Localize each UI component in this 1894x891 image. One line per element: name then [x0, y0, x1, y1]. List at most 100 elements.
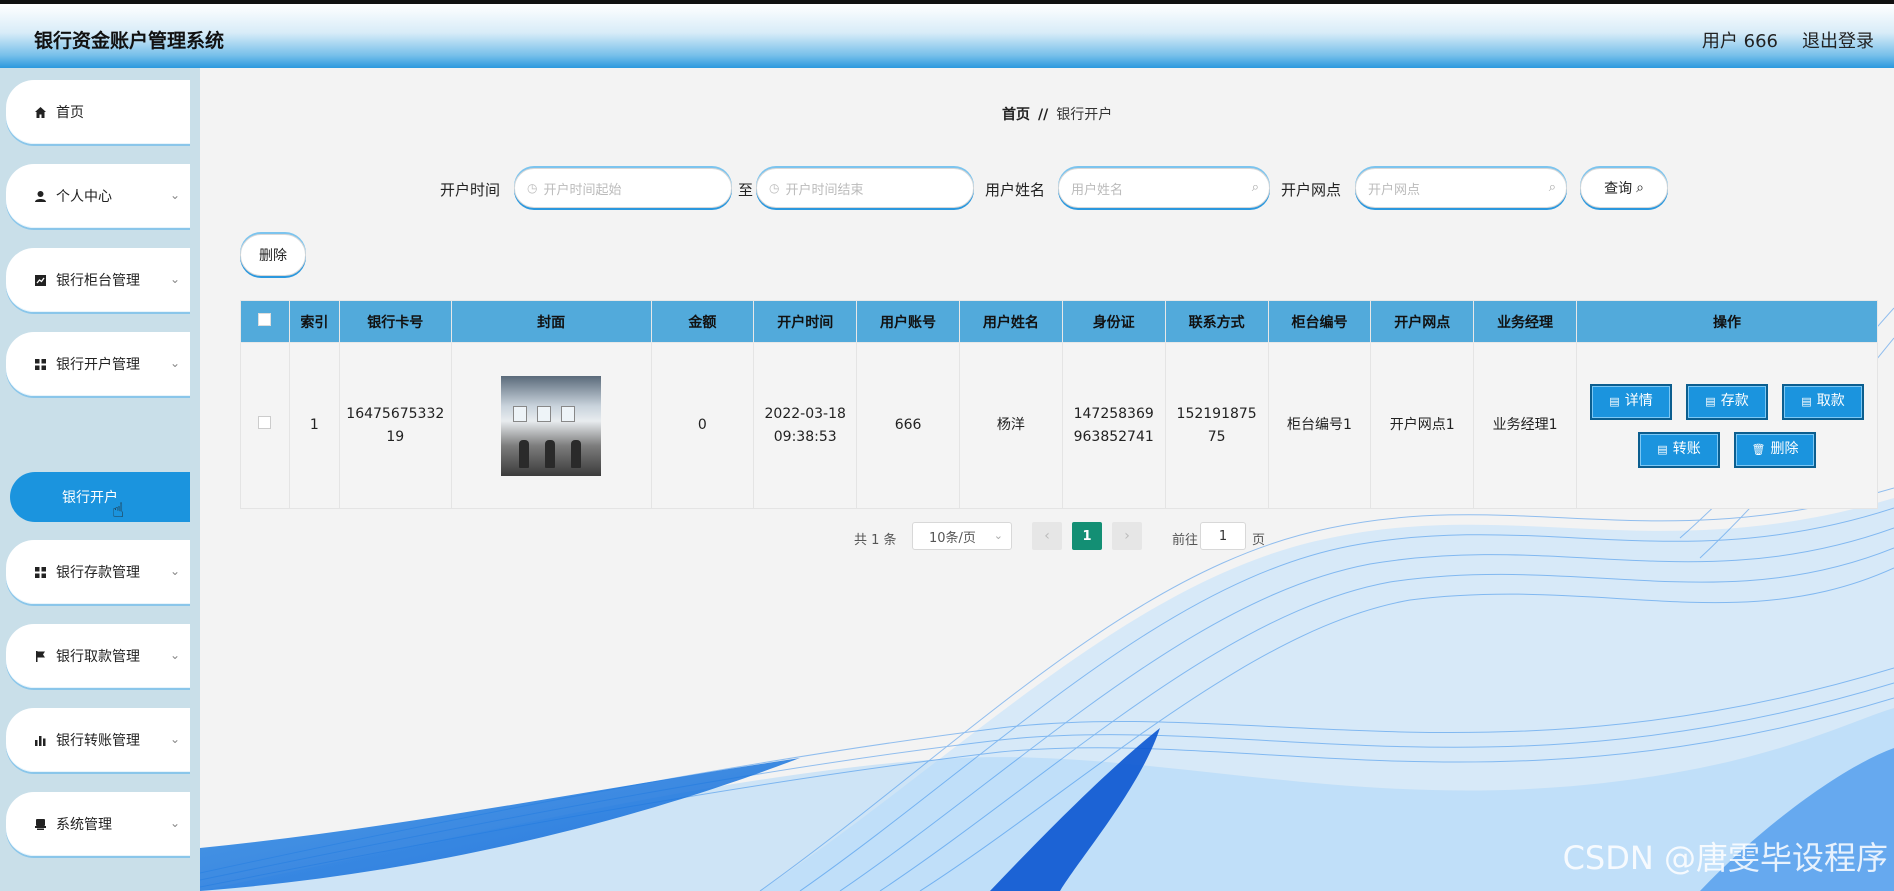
transfer-button[interactable]: ▤ 转账 — [1638, 431, 1720, 468]
id-line-1: 147258369 — [1073, 405, 1154, 422]
open-time-label: 开户时间 — [440, 181, 501, 199]
cell-id-card: 147258369 963852741 — [1061, 342, 1166, 509]
document-icon: ▤ — [1609, 395, 1620, 408]
clock-icon: ◷ — [527, 181, 538, 195]
open-time-end-input[interactable]: ◷ 开户时间结束 — [756, 168, 974, 208]
cell-phone: 152191875 75 — [1164, 342, 1269, 509]
watermark: CSDN @唐雯毕设程序 — [1562, 839, 1888, 877]
cell-actions: ▤ 详情 ▤ 存款 ▤ 取款 ▤ 转账 🗑 删除 — [1576, 342, 1878, 509]
column-header: 柜台编号 — [1267, 300, 1372, 343]
page-size-select[interactable]: 10条/页 ⌄ — [912, 522, 1012, 550]
column-header: 开户时间 — [753, 300, 858, 343]
clock-icon: ◷ — [769, 181, 780, 195]
document-icon: ▤ — [1801, 395, 1812, 408]
cell-open-time: 2022-03-18 09:38:53 — [753, 342, 858, 509]
total-count: 共 1 条 — [854, 533, 897, 548]
branch-label: 开户网点 — [1281, 181, 1342, 199]
withdraw-button[interactable]: ▤ 取款 — [1782, 383, 1864, 420]
detail-label: 详情 — [1624, 393, 1653, 409]
sidebar-item-label: 银行取款管理 — [56, 649, 140, 665]
sidebar: 首页 个人中心 ⌄ 银行柜台管理 ⌄ 银行开户管理 ⌄ 银行开户 ☝ 银行存款管… — [0, 68, 200, 891]
column-header: 业务经理 — [1473, 300, 1577, 343]
card-line-2: 19 — [386, 428, 405, 445]
chevron-down-icon: ⌄ — [169, 648, 180, 662]
time-line-1: 2022-03-18 — [764, 405, 846, 422]
cell-user-name: 杨洋 — [958, 342, 1063, 509]
breadcrumb-current: 银行开户 — [1056, 107, 1113, 123]
chevron-down-icon: ⌄ — [169, 272, 180, 286]
column-header: 联系方式 — [1164, 300, 1269, 343]
row-checkbox[interactable] — [258, 416, 272, 429]
hand-cursor-icon: ☝ — [112, 498, 125, 522]
sidebar-item-counter[interactable]: 银行柜台管理 ⌄ — [6, 248, 190, 312]
sidebar-item-profile[interactable]: 个人中心 ⌄ — [6, 164, 190, 228]
select-all-checkbox[interactable] — [258, 313, 272, 326]
row-select-cell — [240, 342, 290, 509]
sidebar-item-label: 银行开户管理 — [56, 357, 140, 373]
cover-person — [519, 439, 530, 468]
bar-chart-icon — [32, 732, 48, 748]
search-icon: ⌕ — [1636, 180, 1644, 196]
next-page-button[interactable]: › — [1112, 522, 1142, 550]
row-delete-button[interactable]: 🗑 删除 — [1734, 431, 1816, 468]
page-number-active[interactable]: 1 — [1072, 522, 1102, 550]
select-all-cell — [240, 300, 290, 343]
search-icon: ⌕ — [1251, 180, 1259, 195]
goto-page-input[interactable]: 1 — [1200, 522, 1246, 550]
chevron-down-icon: ⌄ — [169, 732, 180, 746]
cover-window — [513, 405, 528, 422]
cell-manager: 业务经理1 — [1473, 342, 1577, 509]
sidebar-subitem-bank-account[interactable]: 银行开户 — [10, 472, 190, 522]
placeholder: 用户姓名 — [1071, 182, 1124, 198]
sidebar-item-label: 银行柜台管理 — [56, 273, 140, 289]
column-header: 操作 — [1576, 300, 1878, 343]
breadcrumb-home[interactable]: 首页 — [1002, 107, 1030, 123]
goto-label: 前往 — [1172, 533, 1199, 548]
cover-window — [561, 405, 576, 422]
sidebar-item-home[interactable]: 首页 — [6, 80, 190, 144]
column-header: 索引 — [288, 300, 340, 343]
cell-card-number: 16475675332 19 — [338, 342, 452, 509]
branch-input[interactable]: 开户网点 ⌕ — [1355, 168, 1567, 208]
query-label: 查询 — [1604, 181, 1633, 197]
column-header: 封面 — [450, 300, 652, 343]
chevron-down-icon: ⌄ — [169, 188, 180, 202]
page-size-value: 10条/页 — [929, 530, 976, 546]
sidebar-item-label: 系统管理 — [56, 817, 112, 833]
user-name-input[interactable]: 用户姓名 ⌕ — [1058, 168, 1270, 208]
breadcrumb: 首页 // 银行开户 — [1002, 104, 1112, 124]
sidebar-item-system[interactable]: 系统管理 ⌄ — [6, 792, 190, 856]
sidebar-item-label: 银行存款管理 — [56, 565, 140, 581]
deposit-button[interactable]: ▤ 存款 — [1686, 383, 1768, 420]
cell-counter: 柜台编号1 — [1267, 342, 1372, 509]
phone-line-1: 152191875 — [1176, 405, 1257, 422]
document-icon: ▤ — [1705, 395, 1716, 408]
card-line-1: 16475675332 — [346, 405, 445, 422]
sidebar-item-withdraw[interactable]: 银行取款管理 ⌄ — [6, 624, 190, 688]
batch-delete-button[interactable]: 删除 — [240, 234, 306, 276]
cell-amount: 0 — [650, 342, 755, 509]
column-header: 金额 — [650, 300, 755, 343]
cell-account: 666 — [856, 342, 960, 509]
cover-image — [501, 375, 602, 476]
sidebar-item-account-open[interactable]: 银行开户管理 ⌄ — [6, 332, 190, 396]
flag-icon — [32, 648, 48, 664]
logout-link[interactable]: 退出登录 — [1802, 27, 1874, 53]
time-line-2: 09:38:53 — [773, 428, 837, 445]
sidebar-item-deposit[interactable]: 银行存款管理 ⌄ — [6, 540, 190, 604]
detail-button[interactable]: ▤ 详情 — [1590, 383, 1672, 420]
placeholder: 开户网点 — [1368, 182, 1421, 198]
placeholder: 开户时间结束 — [785, 182, 864, 198]
grid-icon — [32, 356, 48, 372]
column-header: 开户网点 — [1370, 300, 1475, 343]
id-line-2: 963852741 — [1073, 428, 1154, 445]
open-time-start-input[interactable]: ◷ 开户时间起始 — [514, 168, 732, 208]
query-button[interactable]: 查询 ⌕ — [1580, 168, 1668, 208]
cell-branch: 开户网点1 — [1370, 342, 1475, 509]
user-info: 用户 666 — [1701, 31, 1778, 52]
prev-page-button[interactable]: ‹ — [1032, 522, 1062, 550]
cover-person — [545, 439, 556, 468]
sidebar-item-transfer[interactable]: 银行转账管理 ⌄ — [6, 708, 190, 772]
data-table: 索引 银行卡号 封面 金额 开户时间 用户账号 用户姓名 身份证 联系方式 柜台… — [240, 300, 1878, 509]
search-bar: 开户时间 ◷ 开户时间起始 至 ◷ 开户时间结束 用户姓名 用户姓名 ⌕ 开户网… — [200, 168, 1894, 208]
